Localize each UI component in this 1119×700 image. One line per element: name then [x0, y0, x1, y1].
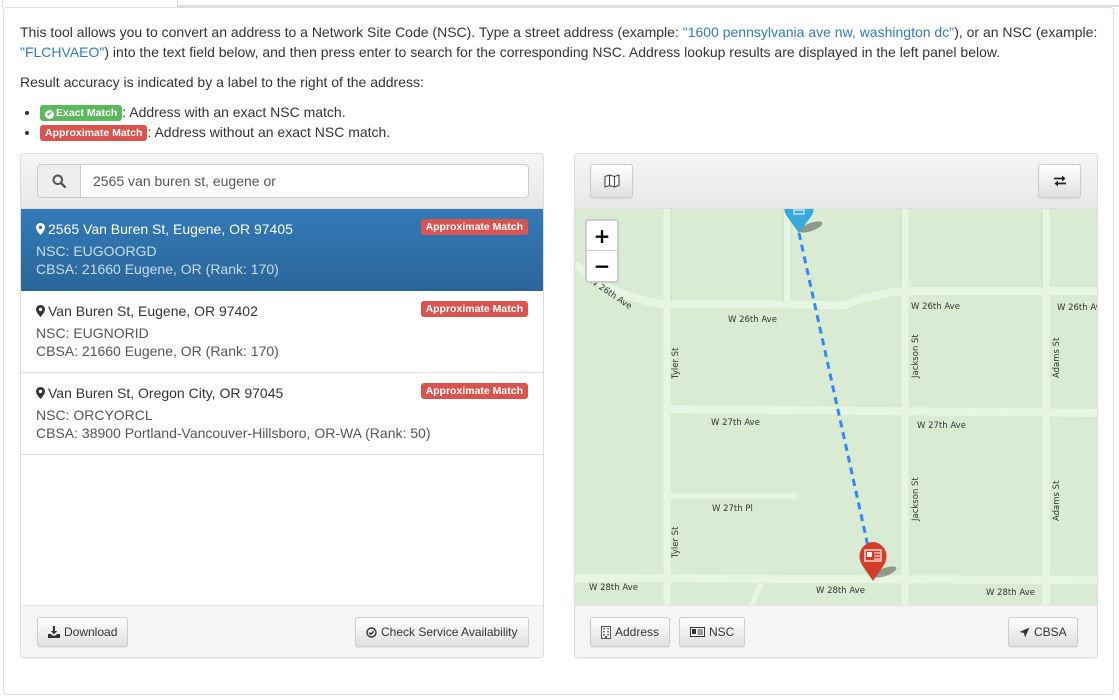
building-icon [601, 625, 611, 639]
street-label: Tyler St [671, 526, 681, 559]
street-label: W 26th Ave [728, 315, 777, 325]
legend-item-approx: Approximate Match: Address without an ex… [40, 122, 1105, 142]
street-label: W 28th Ave [986, 588, 1035, 598]
accuracy-note: Result accuracy is indicated by a label … [20, 74, 424, 90]
approximate-match-badge: Approximate Match [420, 383, 528, 399]
top-tab[interactable] [2, 0, 178, 7]
approximate-match-badge: Approximate Match [40, 125, 148, 141]
download-icon [48, 626, 60, 638]
result-address: 2565 Van Buren St, Eugene, OR 97405 [48, 221, 293, 237]
street-label: Adams St [1052, 337, 1062, 378]
result-list: 2565 Van Buren St, Eugene, OR 97405 Appr… [21, 209, 543, 455]
zoom-control: + − [585, 219, 619, 283]
map-panel: W 26th Ave W 26th Ave W 26th Ave W 26th … [574, 153, 1098, 658]
swap-arrows-icon [1053, 175, 1066, 187]
result-cbsa: CBSA: 21660 Eugene, OR (Rank: 170) [36, 261, 279, 277]
result-nsc: NSC: EUGOORGD [36, 243, 157, 259]
street-label: W 28th Ave [589, 583, 638, 593]
approximate-match-badge: Approximate Match [420, 219, 528, 235]
street-label: Tyler St [671, 347, 681, 380]
approximate-match-badge: Approximate Match [420, 301, 528, 317]
street-label: W 27th Pl [712, 504, 753, 514]
results-panel: 2565 Van Buren St, Eugene, OR 97405 Appr… [20, 153, 544, 658]
cbsa-button[interactable]: CBSA [1008, 617, 1078, 647]
swap-button[interactable] [1038, 164, 1081, 198]
result-item[interactable]: Van Buren St, Eugene, OR 97402 Approxima… [21, 291, 543, 373]
check-circle-icon [366, 626, 377, 638]
check-service-availability-button[interactable]: Check Service Availability [355, 617, 529, 647]
zoom-out-button[interactable]: − [587, 251, 617, 281]
search-button[interactable] [37, 164, 80, 198]
result-cbsa: CBSA: 21660 Eugene, OR (Rank: 170) [36, 343, 279, 359]
result-item[interactable]: Van Buren St, Oregon City, OR 97045 Appr… [21, 373, 543, 455]
map-icon [603, 174, 620, 188]
street-label: W 27th Ave [917, 421, 966, 431]
result-nsc: NSC: EUGNORID [36, 325, 149, 341]
map-panel-heading [575, 154, 1097, 209]
legend-list: ✔Exact Match: Address with an exact NSC … [20, 102, 1105, 142]
street-label: W 28th Ave [816, 586, 865, 596]
address-button[interactable]: Address [590, 617, 671, 647]
street-label: Jackson St [911, 477, 921, 522]
intro-section: This tool allows you to convert an addre… [20, 22, 1105, 142]
results-panel-footer: Download Check Service Availability [21, 605, 543, 657]
results-panel-heading [21, 154, 543, 209]
download-button[interactable]: Download [37, 617, 129, 647]
street-label: Jackson St [911, 334, 921, 379]
id-card-icon [690, 627, 705, 637]
location-arrow-icon [1019, 627, 1030, 637]
map-marker-icon [36, 220, 45, 240]
map-tiles: W 26th Ave W 26th Ave W 26th Ave W 26th … [575, 209, 1097, 607]
result-cbsa: CBSA: 38900 Portland-Vancouver-Hillsboro… [36, 425, 431, 441]
example-nsc-link[interactable]: "FLCHVAEO" [20, 44, 104, 60]
map-layers-button[interactable] [590, 164, 633, 198]
result-item[interactable]: 2565 Van Buren St, Eugene, OR 97405 Appr… [21, 209, 543, 291]
zoom-in-button[interactable]: + [587, 221, 617, 251]
legend-item-exact: ✔Exact Match: Address with an exact NSC … [40, 102, 1105, 122]
search-icon [52, 174, 66, 188]
result-address: Van Buren St, Eugene, OR 97402 [48, 303, 258, 319]
map-marker-icon [36, 384, 45, 404]
intro-paragraph: This tool allows you to convert an addre… [20, 24, 1098, 60]
check-circle-icon: ✔ [45, 110, 54, 119]
road-w27th [664, 405, 1097, 417]
search-group [37, 164, 529, 198]
nsc-button[interactable]: NSC [679, 617, 746, 647]
street-label: Adams St [1052, 480, 1062, 521]
map-canvas[interactable]: W 26th Ave W 26th Ave W 26th Ave W 26th … [575, 209, 1097, 607]
street-label: W 26th Av [1057, 303, 1097, 313]
result-address: Van Buren St, Oregon City, OR 97045 [48, 385, 284, 401]
street-label: W 26th Ave [911, 302, 960, 312]
road-w28th [575, 574, 1097, 584]
street-label: W 27th Ave [711, 418, 760, 428]
exact-match-badge: ✔ Exact Match [40, 105, 123, 121]
map-panel-footer: Address NSC CBSA [575, 605, 1097, 657]
search-input[interactable] [80, 164, 529, 198]
map-marker-icon [36, 302, 45, 322]
example-address-link[interactable]: "1600 pennsylvania ave nw, washington dc… [683, 24, 954, 40]
result-nsc: NSC: ORCYORCL [36, 407, 153, 423]
